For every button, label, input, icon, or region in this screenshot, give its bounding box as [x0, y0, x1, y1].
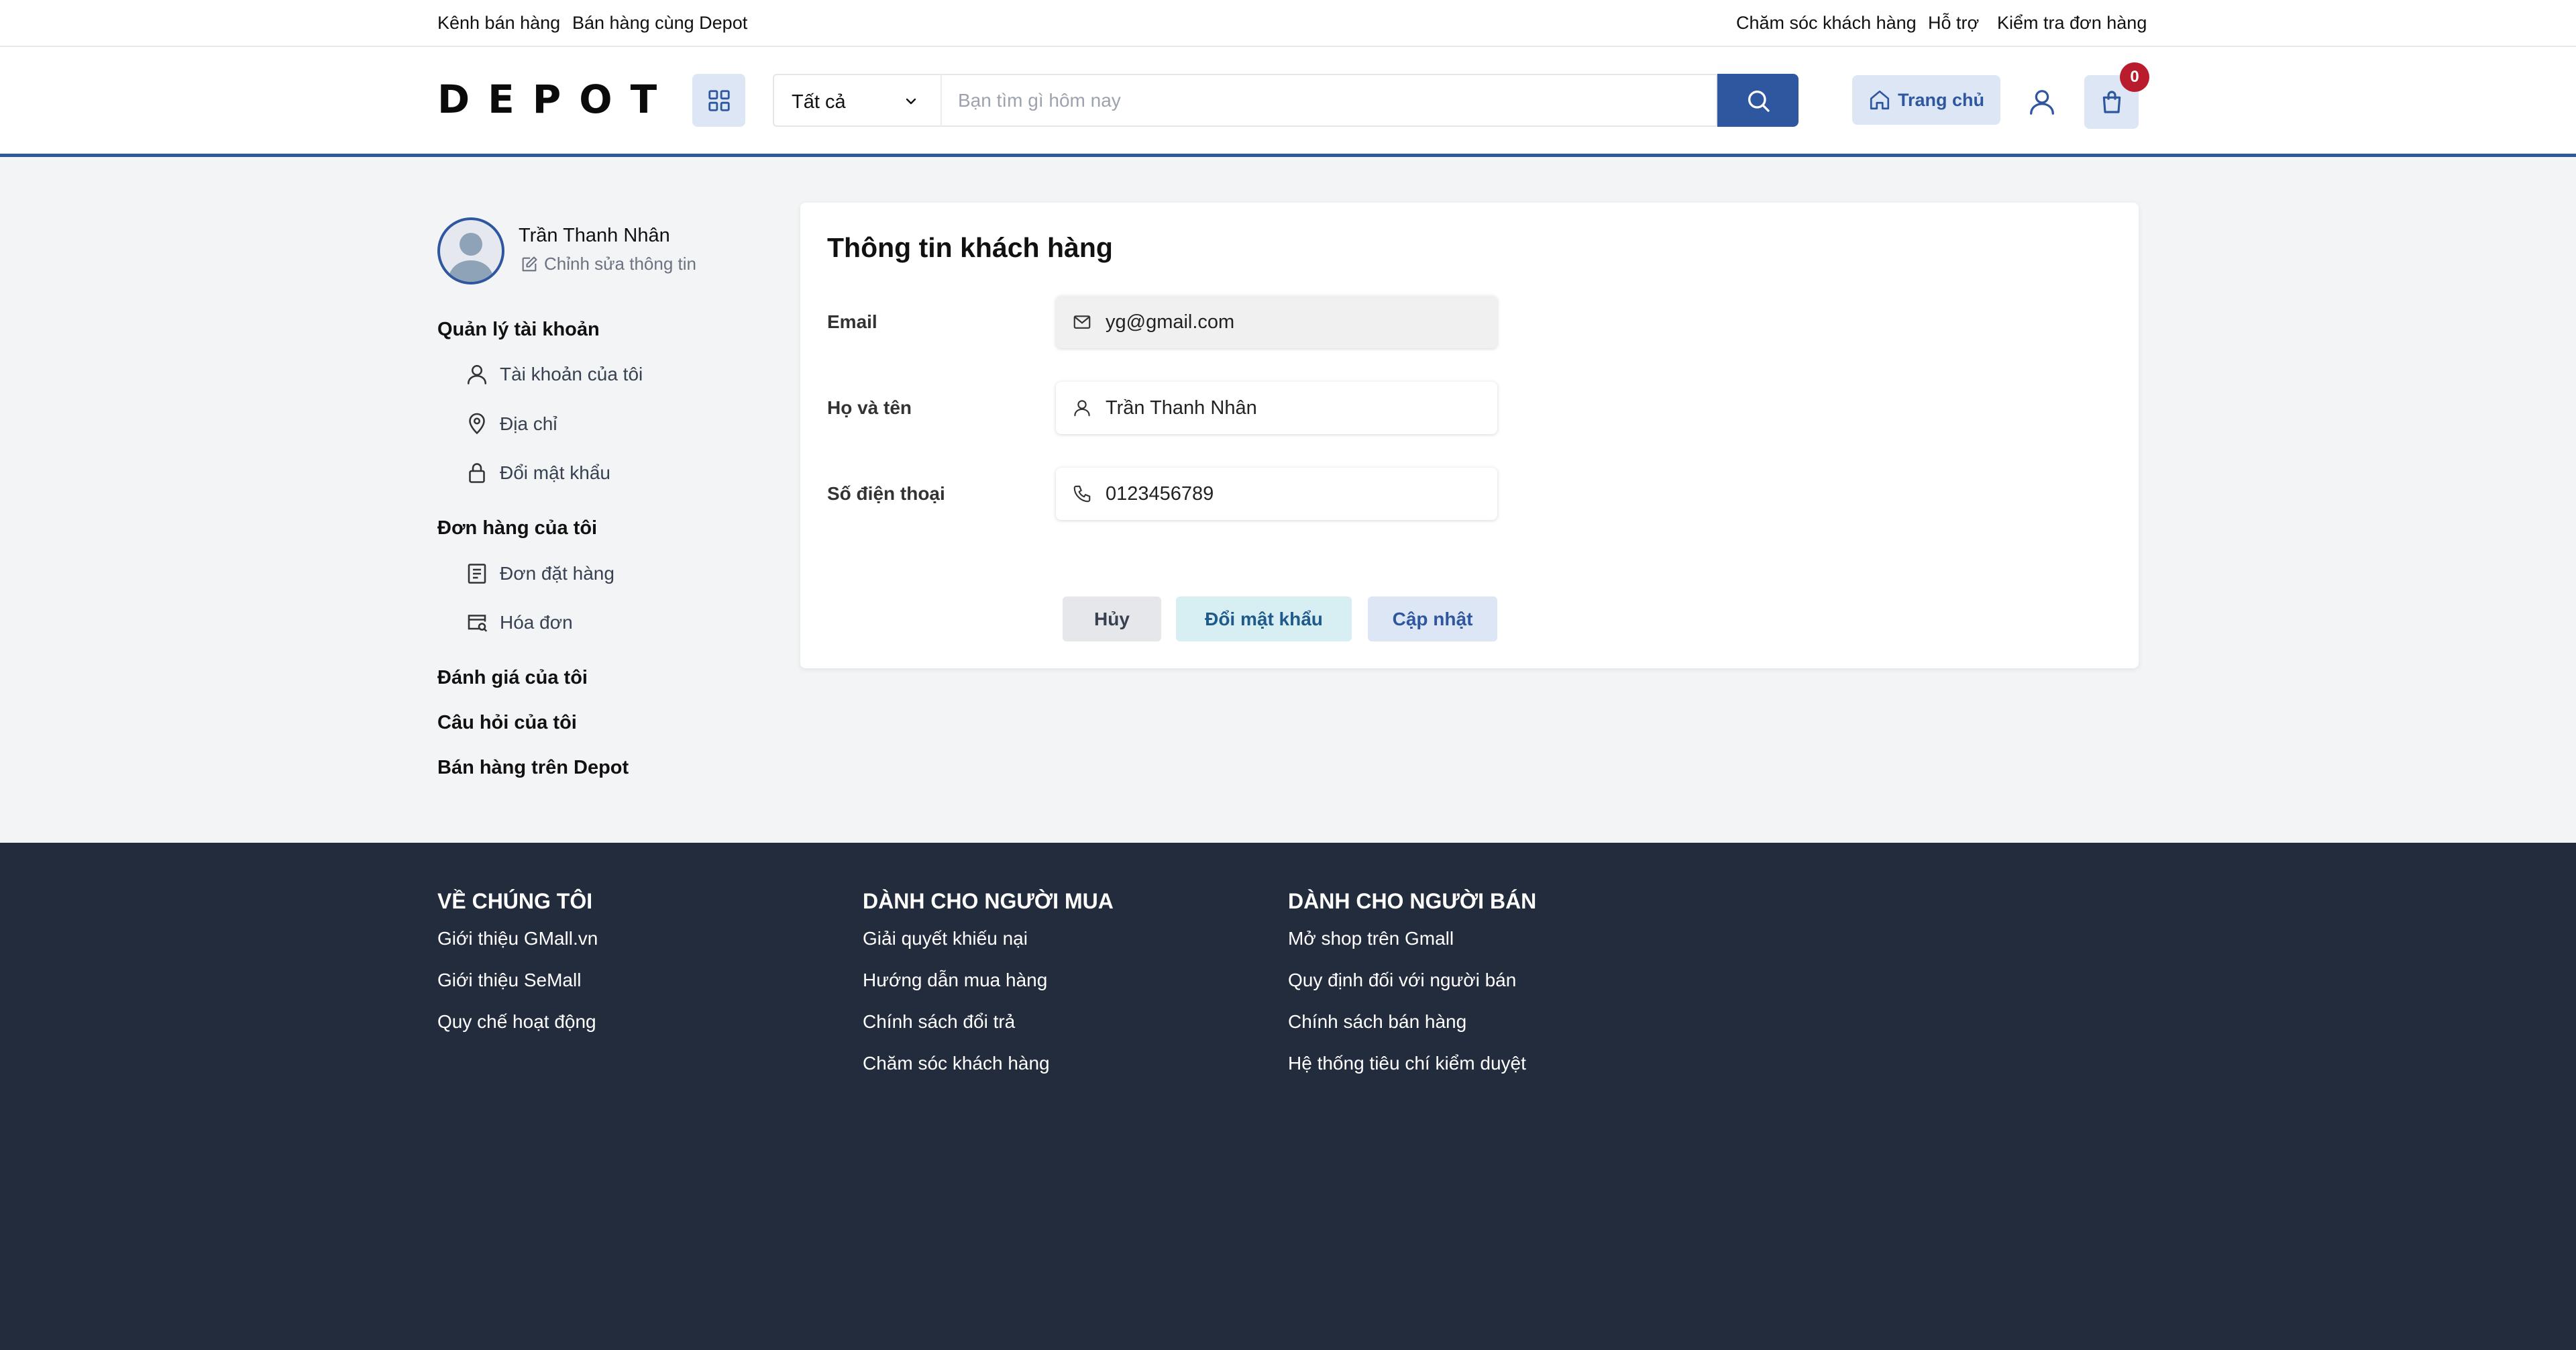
user-icon [2030, 90, 2054, 115]
sidebar-item-address[interactable]: Địa chỉ [465, 412, 557, 436]
grid-icon [708, 89, 730, 111]
footer-link[interactable]: Hệ thống tiêu chí kiểm duyệt [1288, 1053, 1536, 1074]
sidebar-item-label: Đổi mật khẩu [500, 462, 610, 483]
sidebar-item-label: Tài khoản của tôi [500, 364, 643, 384]
account-button[interactable] [2023, 83, 2061, 121]
sidebar-item-orders[interactable]: Đơn đặt hàng [465, 562, 614, 586]
avatar [437, 217, 504, 284]
page-title: Thông tin khách hàng [827, 232, 1113, 263]
home-button-label: Trang chủ [1897, 89, 1984, 110]
fullname-label: Họ và tên [827, 397, 912, 418]
footer-link[interactable]: Quy chế hoạt động [437, 1011, 598, 1033]
cancel-button[interactable]: Hủy [1063, 596, 1161, 641]
search-input[interactable] [941, 74, 1717, 127]
main-header: DEPOT Tất cả Trang chủ 0 [0, 47, 2576, 157]
user-icon [1074, 400, 1090, 417]
category-grid-button[interactable] [692, 74, 745, 127]
sidebar-item-label: Hóa đơn [500, 612, 573, 633]
footer-link[interactable]: Chính sách bán hàng [1288, 1011, 1536, 1033]
footer-column-title: DÀNH CHO NGƯỜI MUA [863, 889, 1114, 913]
category-selected-value: Tất cả [792, 91, 846, 113]
search-icon [1748, 90, 1770, 112]
fullname-input[interactable] [1106, 397, 1481, 419]
edit-profile-link[interactable]: Chỉnh sửa thông tin [520, 254, 696, 274]
footer-link[interactable]: Chăm sóc khách hàng [863, 1053, 1114, 1074]
phone-label: Số điện thoại [827, 483, 945, 504]
email-field [1056, 296, 1497, 348]
invoice-search-icon [468, 615, 488, 632]
footer-column-title: VỀ CHÚNG TÔI [437, 889, 593, 913]
sidebar-section-questions[interactable]: Câu hỏi của tôi [437, 711, 577, 734]
link-support[interactable]: Hỗ trợ [1928, 12, 1979, 34]
home-icon [1870, 90, 1890, 110]
top-utility-bar: Kênh bán hàng Bán hàng cùng Depot Chăm s… [0, 0, 2576, 47]
sidebar-section-sell-on-depot[interactable]: Bán hàng trên Depot [437, 756, 629, 779]
footer-link[interactable]: Giới thiệu GMall.vn [437, 928, 598, 949]
edit-icon [522, 256, 537, 271]
footer-column-buyers: DÀNH CHO NGƯỜI MUA Giải quyết khiếu nại … [863, 888, 1114, 1094]
map-pin-icon [469, 413, 485, 435]
lock-icon [469, 463, 485, 483]
sidebar-user-name: Trần Thanh Nhân [519, 225, 670, 246]
home-button[interactable]: Trang chủ [1852, 75, 2000, 125]
category-select[interactable]: Tất cả [773, 74, 941, 127]
sidebar-section-reviews[interactable]: Đánh giá của tôi [437, 666, 588, 689]
sidebar-item-label: Đơn đặt hàng [500, 563, 614, 584]
sidebar-item-my-account[interactable]: Tài khoản của tôi [465, 362, 643, 386]
link-sales-channel[interactable]: Kênh bán hàng [437, 12, 560, 34]
cart-count-badge: 0 [2120, 62, 2149, 92]
phone-field[interactable] [1056, 468, 1497, 520]
avatar-person-icon [448, 233, 494, 282]
update-button[interactable]: Cập nhật [1368, 596, 1497, 641]
depot-logo[interactable]: DEPOT [437, 79, 675, 119]
email-label: Email [827, 311, 877, 332]
sidebar-item-label: Địa chỉ [500, 413, 557, 434]
mail-icon [1073, 315, 1091, 329]
search-button[interactable] [1717, 74, 1799, 127]
phone-input[interactable] [1106, 482, 1481, 505]
user-icon [467, 364, 487, 384]
chevron-down-icon [906, 98, 916, 105]
footer-link[interactable]: Chính sách đổi trả [863, 1011, 1114, 1033]
sidebar-item-invoices[interactable]: Hóa đơn [465, 611, 573, 635]
footer-link[interactable]: Hướng dẫn mua hàng [863, 970, 1114, 991]
footer-link[interactable]: Giới thiệu SeMall [437, 970, 598, 991]
receipt-icon [468, 564, 486, 584]
sidebar-section-account[interactable]: Quản lý tài khoản [437, 318, 600, 341]
fullname-field[interactable] [1056, 382, 1497, 434]
shopping-bag-icon [2102, 91, 2121, 113]
footer-link[interactable]: Giải quyết khiếu nại [863, 928, 1114, 949]
footer-link[interactable]: Quy định đối với người bán [1288, 970, 1536, 991]
footer-link[interactable]: Mở shop trên Gmall [1288, 928, 1536, 949]
footer-column-sellers: DÀNH CHO NGƯỜI BÁN Mở shop trên Gmall Qu… [1288, 888, 1536, 1094]
link-customer-care[interactable]: Chăm sóc khách hàng [1736, 12, 1917, 34]
edit-profile-label: Chỉnh sửa thông tin [544, 254, 696, 274]
link-check-order[interactable]: Kiểm tra đơn hàng [1997, 12, 2147, 34]
site-footer: VỀ CHÚNG TÔI Giới thiệu GMall.vn Giới th… [0, 843, 2576, 1350]
sidebar-section-orders[interactable]: Đơn hàng của tôi [437, 517, 597, 539]
footer-column-about: VỀ CHÚNG TÔI Giới thiệu GMall.vn Giới th… [437, 888, 598, 1053]
phone-icon [1073, 485, 1091, 503]
link-sell-with-depot[interactable]: Bán hàng cùng Depot [572, 12, 747, 34]
change-password-button[interactable]: Đổi mật khẩu [1176, 596, 1352, 641]
email-input [1106, 311, 1481, 333]
sidebar-item-change-password[interactable]: Đổi mật khẩu [465, 461, 610, 485]
customer-info-card: Thông tin khách hàng Email Họ và tên Số … [800, 203, 2139, 668]
footer-column-title: DÀNH CHO NGƯỜI BÁN [1288, 889, 1537, 913]
